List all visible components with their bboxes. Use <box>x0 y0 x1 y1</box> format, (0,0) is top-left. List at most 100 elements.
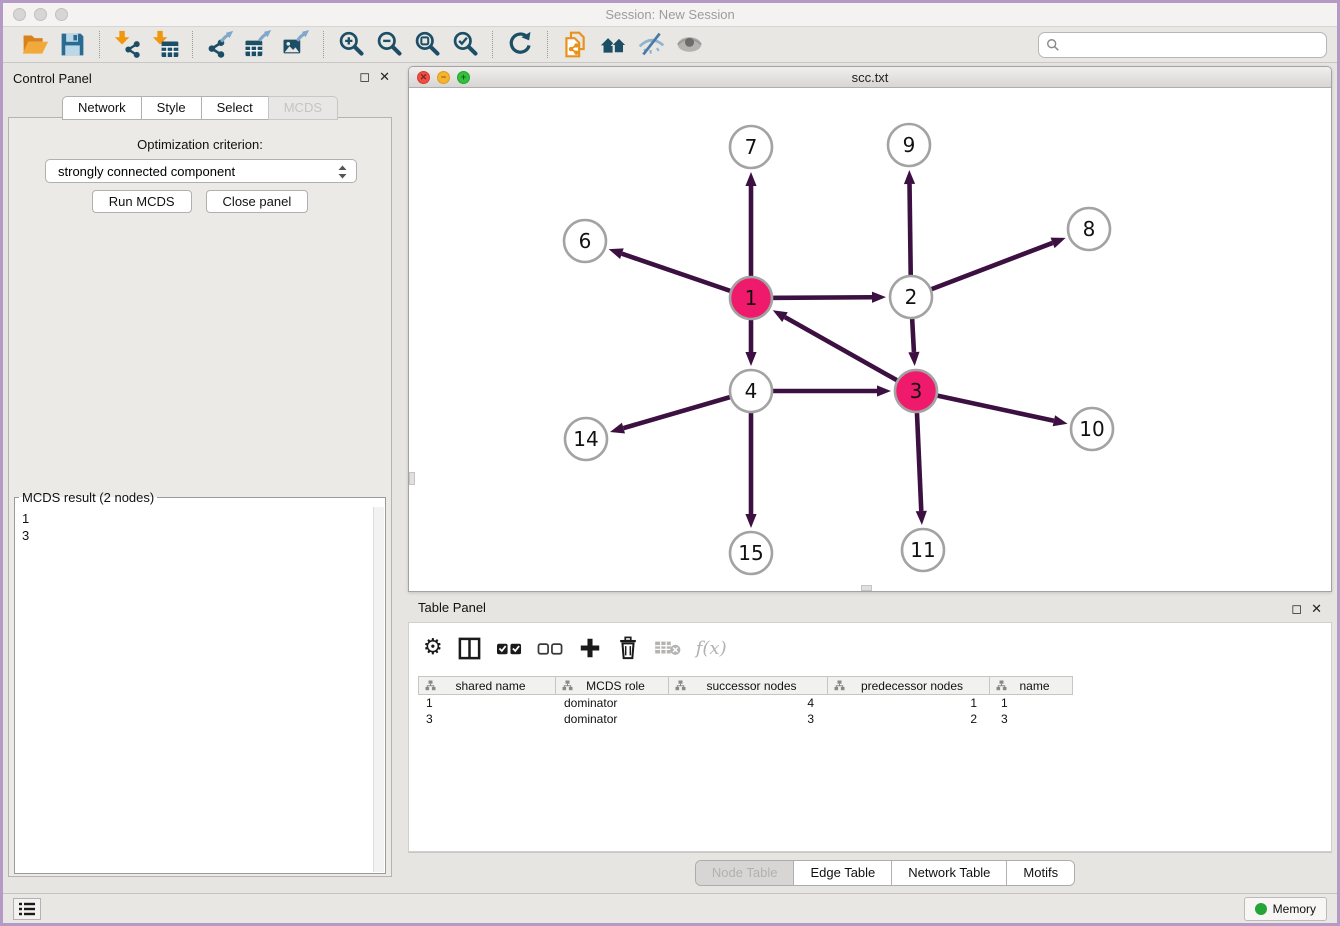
table-cell[interactable]: 3 <box>993 712 1077 726</box>
mcds-result-item: 1 <box>22 510 372 527</box>
edge-2-8[interactable] <box>911 243 1053 297</box>
search-box <box>1038 32 1327 58</box>
network-graph[interactable]: 7986124314101511 <box>409 88 1331 591</box>
canvas-splitter-handle[interactable] <box>861 585 872 591</box>
close-panel-button[interactable]: Close panel <box>206 190 309 213</box>
node-table: shared nameMCDS role successor nodesprede… <box>418 676 1077 727</box>
tab-edge-table[interactable]: Edge Table <box>793 861 891 885</box>
optimization-select[interactable]: strongly connected component <box>45 159 357 183</box>
table-cell[interactable]: 1 <box>418 696 556 710</box>
split-columns-button[interactable] <box>457 633 482 663</box>
copy-network-button[interactable] <box>556 29 594 61</box>
tab-network-table[interactable]: Network Table <box>891 861 1006 885</box>
table-panel-body: ⚙ f(x) shared nameMCDS role successor nod… <box>408 622 1332 852</box>
toolbar-separator <box>492 31 493 58</box>
edge-arrowhead <box>872 292 886 303</box>
toolbar-separator <box>192 31 193 58</box>
toolbar-separator <box>323 31 324 58</box>
save-icon <box>58 30 87 59</box>
table-cell[interactable]: 1 <box>830 696 993 710</box>
edge-arrowhead <box>1053 415 1068 426</box>
search-icon <box>1046 38 1060 52</box>
open-session-button[interactable] <box>15 29 53 61</box>
add-row-button[interactable] <box>578 633 602 663</box>
export-network-button[interactable] <box>201 29 239 61</box>
import-network-button[interactable] <box>108 29 146 61</box>
table-row[interactable]: 1dominator411 <box>418 695 1077 711</box>
select-stepper-icon <box>336 164 349 180</box>
function-builder-button[interactable]: f(x) <box>696 633 727 663</box>
zoom-out-button[interactable] <box>370 29 408 61</box>
edge-3-1[interactable] <box>785 317 916 391</box>
import-network-icon <box>113 30 142 59</box>
table-body: 1dominator4113dominator323 <box>418 695 1077 727</box>
column-header-MCDS-role[interactable]: MCDS role <box>555 676 669 695</box>
table-cell[interactable]: 4 <box>670 696 830 710</box>
edge-arrowhead <box>609 248 624 259</box>
edge-arrowhead <box>610 423 625 434</box>
network-close-button[interactable]: ✕ <box>417 71 430 84</box>
delete-table-icon <box>654 637 682 659</box>
tab-select[interactable]: Select <box>201 96 269 120</box>
import-table-button[interactable] <box>146 29 184 61</box>
deselect-all-button[interactable] <box>537 633 564 663</box>
show-panels-button[interactable] <box>670 29 708 61</box>
unchecked-boxes-icon <box>537 636 564 661</box>
checked-boxes-icon <box>496 636 523 661</box>
select-all-button[interactable] <box>496 633 523 663</box>
tab-motifs[interactable]: Motifs <box>1006 861 1074 885</box>
zoom-fit-button[interactable] <box>408 29 446 61</box>
run-mcds-button[interactable]: Run MCDS <box>92 190 192 213</box>
table-cell[interactable]: dominator <box>556 696 670 710</box>
network-window-titlebar[interactable]: ✕ − + scc.txt <box>409 67 1331 88</box>
memory-button[interactable]: Memory <box>1244 897 1327 921</box>
zoom-in-button[interactable] <box>332 29 370 61</box>
network-canvas[interactable]: 7986124314101511 <box>409 88 1331 591</box>
mcds-result-list[interactable]: 13 <box>16 507 372 872</box>
table-row[interactable]: 3dominator323 <box>418 711 1077 727</box>
table-settings-button[interactable]: ⚙ <box>423 633 443 663</box>
home-layout-button[interactable] <box>594 29 632 61</box>
control-panel-close-button[interactable]: ✕ <box>379 70 390 86</box>
table-cell[interactable]: 2 <box>830 712 993 726</box>
task-history-button[interactable] <box>13 898 41 920</box>
network-minimize-button[interactable]: − <box>437 71 450 84</box>
table-cell[interactable]: dominator <box>556 712 670 726</box>
tab-network[interactable]: Network <box>62 96 142 120</box>
column-header-predecessor-nodes[interactable]: predecessor nodes <box>827 676 990 695</box>
delete-row-button[interactable] <box>616 633 640 663</box>
control-panel-float-button[interactable]: ◻ <box>359 70 370 86</box>
graph-node-label: 15 <box>738 541 763 565</box>
search-input[interactable] <box>1038 32 1327 58</box>
column-header-successor-nodes[interactable]: successor nodes <box>668 676 828 695</box>
result-scrollbar[interactable] <box>373 507 384 872</box>
edge-arrowhead <box>908 352 919 366</box>
network-window-title: scc.txt <box>409 70 1331 85</box>
table-cell[interactable]: 3 <box>418 712 556 726</box>
hide-panels-button[interactable] <box>632 29 670 61</box>
table-panel-close-button[interactable]: ✕ <box>1311 602 1322 618</box>
table-panel-title: Table Panel <box>418 600 486 615</box>
graph-node-label: 9 <box>903 133 916 157</box>
delete-table-button[interactable] <box>654 633 682 663</box>
export-image-button[interactable] <box>277 29 315 61</box>
tab-mcds[interactable]: MCDS <box>268 96 338 120</box>
edge-arrowhead <box>745 514 756 528</box>
tab-node-table[interactable]: Node Table <box>696 861 794 885</box>
column-header-shared-name[interactable]: shared name <box>418 676 556 695</box>
canvas-splitter-handle[interactable] <box>409 472 415 485</box>
column-header-label: name <box>1011 679 1072 693</box>
network-zoom-button[interactable]: + <box>457 71 470 84</box>
export-table-button[interactable] <box>239 29 277 61</box>
table-panel-float-button[interactable]: ◻ <box>1291 602 1302 618</box>
table-panel-header: Table Panel ◻ ✕ <box>408 600 1332 620</box>
column-header-name[interactable]: name <box>989 676 1073 695</box>
column-hierarchy-icon <box>675 680 686 691</box>
tab-style[interactable]: Style <box>141 96 202 120</box>
save-session-button[interactable] <box>53 29 91 61</box>
column-header-label: successor nodes <box>690 679 827 693</box>
table-cell[interactable]: 1 <box>993 696 1077 710</box>
refresh-view-button[interactable] <box>501 29 539 61</box>
zoom-selected-button[interactable] <box>446 29 484 61</box>
table-cell[interactable]: 3 <box>670 712 830 726</box>
